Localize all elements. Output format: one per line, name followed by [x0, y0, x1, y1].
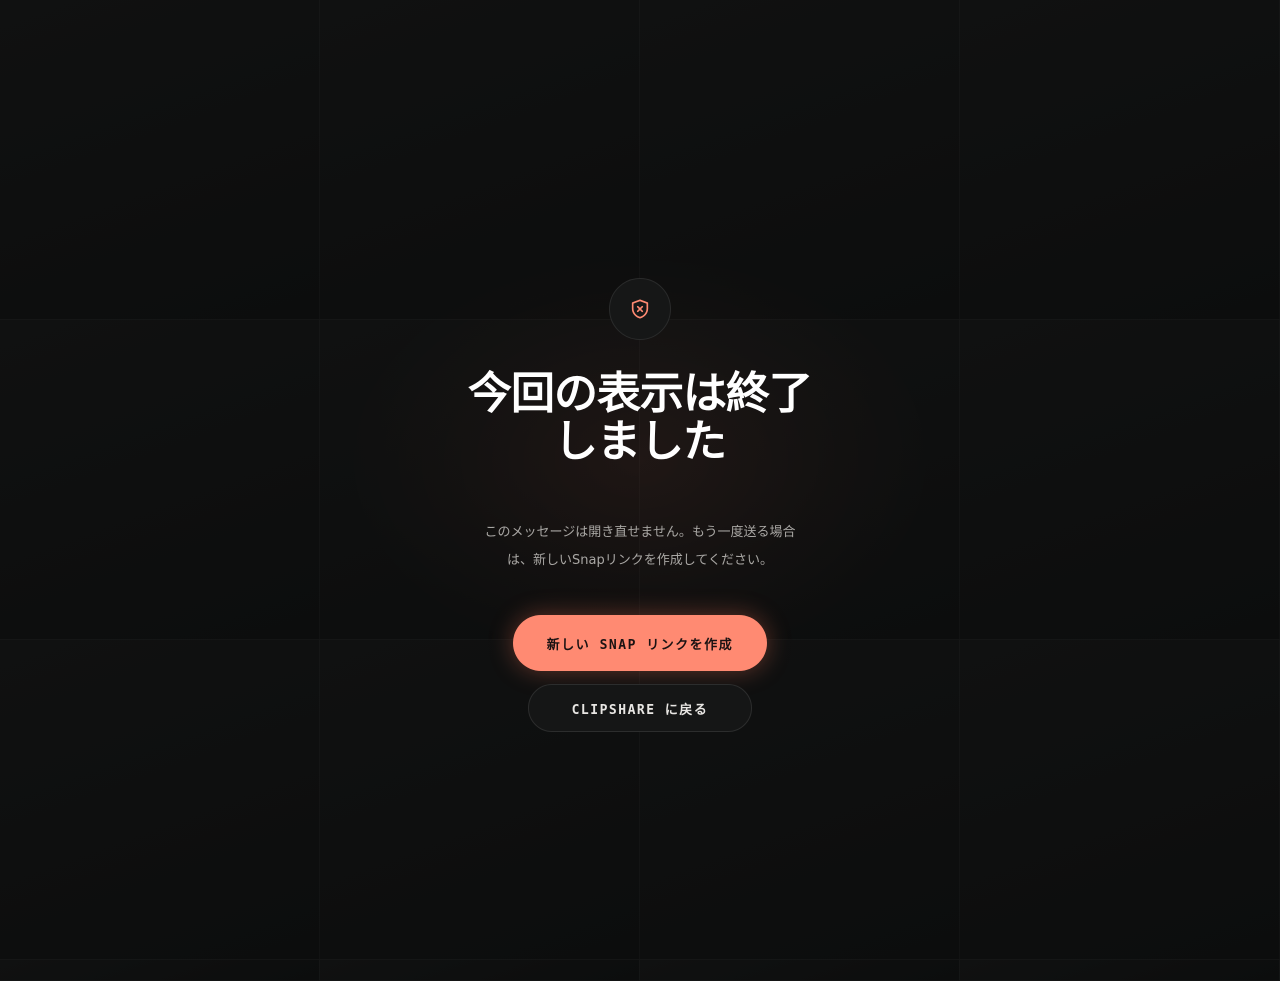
grid-cell [320, 0, 640, 320]
grid-cell [960, 0, 1280, 320]
grid-cell [960, 320, 1280, 640]
grid-cell [0, 320, 320, 640]
grid-cell [960, 640, 1280, 960]
grid-cell [0, 640, 320, 960]
expired-message-card: 今回の表示は終了 しました このメッセージは開き直せません。もう一度送る場合 は… [440, 278, 840, 733]
description-line-1: このメッセージは開き直せません。もう一度送る場合 [484, 525, 796, 541]
grid-cell [320, 960, 640, 981]
icon-badge [609, 278, 671, 340]
grid-cell [0, 960, 320, 981]
create-snap-link-button[interactable]: 新しい SNAP リンクを作成 [513, 615, 767, 672]
grid-cell [960, 960, 1280, 981]
grid-cell [640, 0, 960, 320]
page-title-line-1: 今回の表示は終了 [468, 368, 813, 419]
page-title: 今回の表示は終了 しました [445, 370, 835, 466]
page-title-line-2: しました [554, 416, 727, 467]
shield-x-icon [631, 299, 649, 319]
grid-cell [0, 0, 320, 320]
grid-cell [640, 960, 960, 981]
description: このメッセージは開き直せません。もう一度送る場合 は、新しいSnapリンクを作成… [465, 519, 815, 575]
back-to-clipshare-button[interactable]: CLIPSHARE に戻る [528, 684, 752, 733]
description-line-2: は、新しいSnapリンクを作成してください。 [507, 553, 773, 569]
